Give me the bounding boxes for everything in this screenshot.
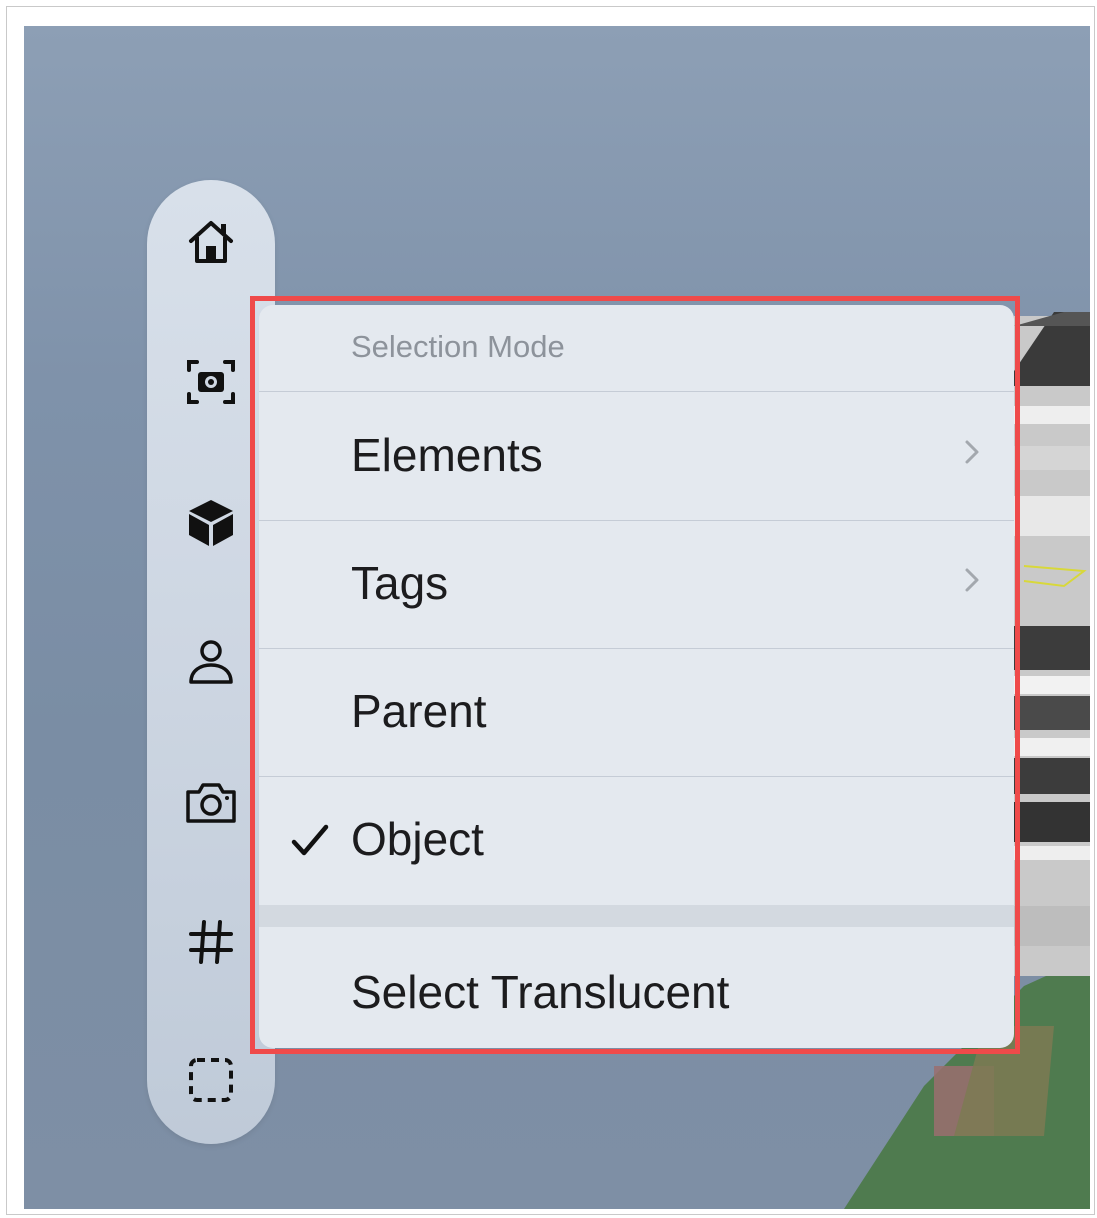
capture-button[interactable] [179, 350, 243, 414]
menu-item-select-translucent[interactable]: Select Translucent [259, 927, 1014, 1048]
person-icon [189, 640, 233, 684]
capture-icon [187, 360, 235, 404]
home-icon [189, 221, 233, 263]
menu-item-label: Elements [351, 429, 543, 481]
menu-title: Selection Mode [351, 329, 565, 364]
menu-header: Selection Mode [259, 305, 1014, 392]
menu-item-label: Tags [351, 557, 449, 609]
chevron-right-icon [965, 440, 979, 464]
chevron-right-icon [965, 568, 979, 592]
menu-item-label: Parent [351, 685, 487, 737]
menu-item-label: Object [351, 813, 484, 865]
grid-button[interactable] [179, 910, 243, 974]
menu-item-elements[interactable]: Elements [259, 392, 1014, 521]
camera-button[interactable] [179, 770, 243, 834]
object-button[interactable] [179, 490, 243, 554]
menu-item-label: Select Translucent [351, 966, 730, 1018]
checkmark-icon [291, 824, 329, 856]
selection-mode-menu: Selection Mode Elements Tags Parent Obje… [259, 305, 1014, 1048]
selection-mode-button[interactable] [179, 1048, 243, 1112]
home-button[interactable] [179, 210, 243, 274]
menu-item-object[interactable]: Object [259, 776, 1014, 904]
side-toolbar [147, 180, 275, 1144]
menu-separator [259, 905, 1014, 927]
person-button[interactable] [179, 630, 243, 694]
selection-box-icon [189, 1058, 233, 1102]
menu-item-tags[interactable]: Tags [259, 520, 1014, 649]
camera-icon [186, 783, 236, 823]
menu-item-parent[interactable]: Parent [259, 648, 1014, 777]
cube-icon [189, 500, 233, 546]
grid-icon [189, 920, 233, 964]
